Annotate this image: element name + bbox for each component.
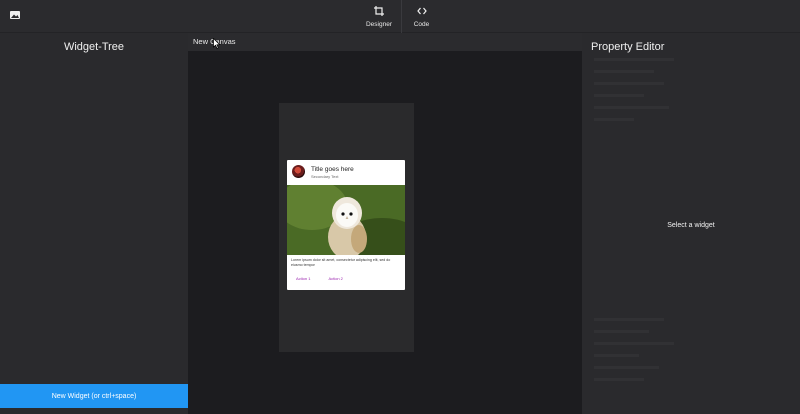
- property-editor-title: Property Editor: [591, 41, 665, 53]
- widget-tree-panel: Widget-Tree New Widget (or ctrl+space): [0, 33, 188, 414]
- action-2-button[interactable]: Action 2: [328, 276, 342, 281]
- designer-label: Designer: [365, 20, 392, 28]
- canvas-area[interactable]: New Canvas Title goes here Secondary Tex…: [188, 33, 582, 414]
- top-toolbar: Designer Code: [0, 0, 800, 33]
- owl-photo: [287, 185, 405, 255]
- code-brackets-icon: [416, 7, 427, 14]
- avatar: [292, 165, 305, 178]
- new-widget-button[interactable]: New Widget (or ctrl+space): [0, 384, 188, 408]
- card-image: [287, 185, 405, 255]
- widget-tree-title: Widget-Tree: [63, 41, 125, 53]
- card-subtitle: Secondary Text: [311, 174, 339, 179]
- card-actions: Action 1 Action 2: [296, 276, 343, 281]
- card-body-text: Lorem ipsum dolor sit amet, consectetur …: [291, 258, 391, 267]
- crop-icon: [374, 5, 384, 16]
- card-widget[interactable]: Title goes here Secondary Text Lorem ips…: [287, 160, 405, 290]
- card-title: Title goes here: [311, 166, 354, 173]
- image-icon[interactable]: [10, 11, 20, 19]
- action-1-button[interactable]: Action 1: [296, 276, 310, 281]
- device-frame[interactable]: Title goes here Secondary Text Lorem ips…: [279, 103, 414, 352]
- code-tab-button[interactable]: Code: [401, 0, 441, 33]
- mouse-cursor-icon: [213, 38, 221, 49]
- designer-tab-button[interactable]: Designer: [358, 0, 400, 33]
- property-editor-panel: Property Editor Select a widget: [582, 33, 800, 414]
- canvas-header: New Canvas: [188, 33, 582, 51]
- code-label: Code: [413, 20, 430, 28]
- empty-selection-message: Select a widget: [667, 222, 715, 229]
